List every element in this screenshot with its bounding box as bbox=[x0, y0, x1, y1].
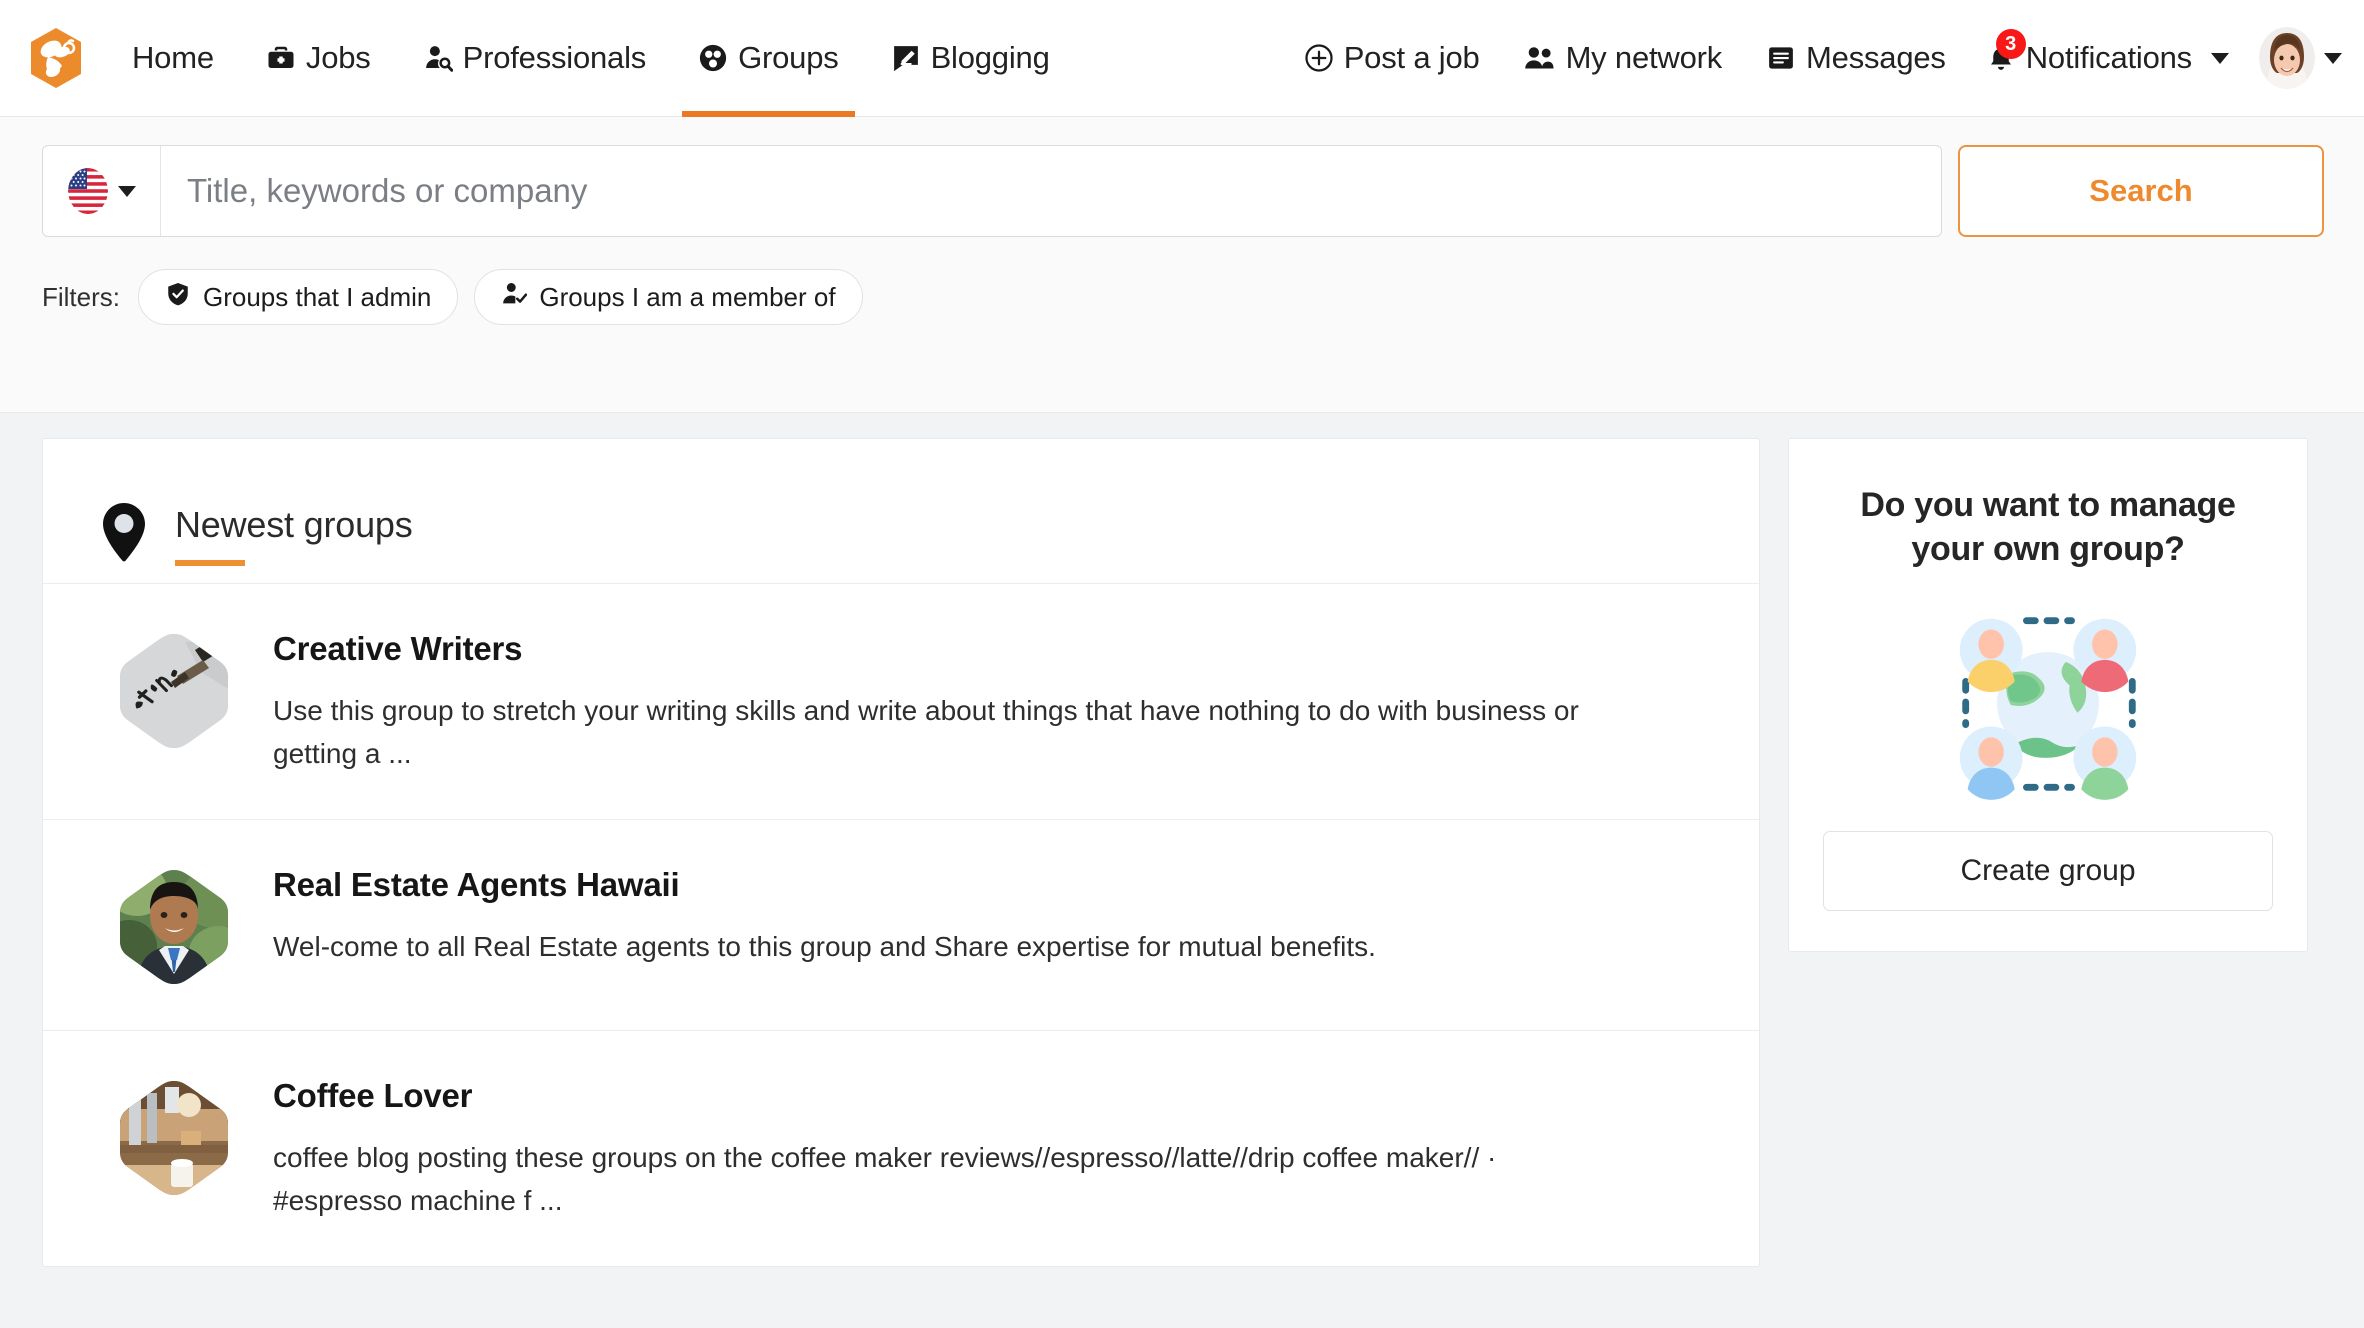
nav-item-label: Jobs bbox=[305, 40, 371, 75]
nav-item-label: My network bbox=[1565, 40, 1723, 75]
filter-chip-groups-i-am-a-member-of[interactable]: Groups I am a member of bbox=[474, 269, 863, 325]
list-item[interactable]: Creative Writers Use this group to stret… bbox=[43, 583, 1759, 819]
group-description: Use this group to stretch your writing s… bbox=[273, 695, 1579, 769]
section-header: Newest groups bbox=[43, 439, 1759, 583]
chevron-down-icon bbox=[2211, 52, 2229, 64]
nav-item-label: Groups bbox=[738, 40, 839, 75]
nav-item-my-network[interactable]: My network bbox=[1502, 0, 1744, 117]
people-icon bbox=[1524, 43, 1556, 73]
group-description: coffee blog posting these groups on the … bbox=[273, 1142, 1497, 1216]
nav-item-label: Post a job bbox=[1343, 40, 1480, 75]
country-selector[interactable] bbox=[43, 146, 161, 236]
people-around-globe-illustration bbox=[1823, 605, 2273, 801]
nav-item-post-a-job[interactable]: Post a job bbox=[1282, 0, 1502, 117]
nav-item-label: Blogging bbox=[930, 40, 1050, 75]
search-box bbox=[42, 145, 1942, 237]
nav-item-label: Notifications bbox=[2025, 40, 2192, 75]
group-avatar bbox=[115, 1079, 233, 1197]
nav-item-blogging[interactable]: Blogging bbox=[865, 0, 1076, 117]
nav-item-jobs[interactable]: Jobs bbox=[240, 0, 397, 117]
nav-right-group: Post a job My network Messages 3 Notific… bbox=[1282, 0, 2364, 117]
us-flag-icon bbox=[67, 168, 108, 214]
group-body: Coffee Lover coffee blog posting these g… bbox=[273, 1075, 1703, 1222]
filter-chip-label: Groups that I admin bbox=[203, 281, 432, 312]
group-name[interactable]: Real Estate Agents Hawaii bbox=[273, 866, 1703, 904]
page-content: Newest groups Creative Writers Use this … bbox=[0, 413, 2364, 1268]
briefcase-icon bbox=[266, 43, 296, 73]
nav-item-professionals[interactable]: Professionals bbox=[397, 0, 673, 117]
nav-item-label: Messages bbox=[1806, 40, 1946, 75]
search-section: Search Filters: Groups that I admin Grou… bbox=[0, 117, 2364, 413]
bell-icon-wrapper: 3 bbox=[1986, 29, 2026, 73]
list-item[interactable]: Real Estate Agents Hawaii Wel-come to al… bbox=[43, 819, 1759, 1030]
create-group-button[interactable]: Create group bbox=[1823, 831, 2273, 912]
nav-item-groups[interactable]: Groups bbox=[672, 0, 864, 117]
promo-title: Do you want to manage your own group? bbox=[1860, 486, 2236, 569]
newest-groups-card: Newest groups Creative Writers Use this … bbox=[42, 438, 1760, 1268]
map-pin-icon bbox=[101, 502, 147, 569]
filters-label: Filters: bbox=[42, 281, 120, 312]
group-name[interactable]: Creative Writers bbox=[273, 630, 1703, 668]
search-button[interactable]: Search bbox=[1958, 145, 2324, 237]
page-title: Newest groups bbox=[175, 504, 413, 545]
search-row: Search bbox=[42, 145, 2324, 237]
top-navigation-bar: Home Jobs Professionals Groups Blogging … bbox=[0, 0, 2364, 117]
list-item[interactable]: Coffee Lover coffee blog posting these g… bbox=[43, 1030, 1759, 1266]
section-title-wrap: Newest groups bbox=[175, 504, 413, 566]
chevron-down-icon bbox=[117, 185, 136, 197]
create-group-promo-card: Do you want to manage your own group? Cr… bbox=[1788, 438, 2308, 953]
group-body: Real Estate Agents Hawaii Wel-come to al… bbox=[273, 864, 1703, 969]
nav-item-messages[interactable]: Messages bbox=[1744, 0, 1968, 117]
shield-check-icon bbox=[165, 281, 191, 314]
group-avatar bbox=[115, 868, 233, 986]
filters-row: Filters: Groups that I admin Groups I am… bbox=[42, 269, 2324, 325]
blog-pencil-icon bbox=[891, 43, 921, 73]
nav-item-label: Home bbox=[132, 40, 214, 75]
avatar[interactable] bbox=[2259, 27, 2315, 89]
group-avatar bbox=[115, 632, 233, 750]
title-underline bbox=[175, 560, 245, 566]
search-input[interactable] bbox=[161, 146, 1941, 236]
plus-circle-icon bbox=[1304, 43, 1334, 73]
notification-badge: 3 bbox=[1995, 29, 2026, 59]
person-check-icon bbox=[501, 281, 528, 314]
person-search-icon bbox=[423, 43, 453, 73]
group-body: Creative Writers Use this group to stret… bbox=[273, 628, 1703, 775]
groups-icon bbox=[698, 43, 728, 73]
message-icon bbox=[1766, 43, 1796, 73]
bee-hexagon-logo[interactable] bbox=[28, 27, 84, 89]
nav-left-group: Home Jobs Professionals Groups Blogging bbox=[0, 0, 1076, 117]
nav-item-notifications[interactable]: 3 Notifications bbox=[1968, 0, 2245, 117]
profile-menu[interactable] bbox=[2245, 27, 2342, 89]
group-description: Wel-come to all Real Estate agents to th… bbox=[273, 931, 1376, 963]
filter-chip-label: Groups I am a member of bbox=[539, 281, 836, 312]
nav-item-home[interactable]: Home bbox=[106, 0, 240, 117]
chevron-down-icon[interactable] bbox=[2324, 52, 2342, 64]
filter-chip-groups-that-i-admin[interactable]: Groups that I admin bbox=[138, 269, 459, 325]
group-name[interactable]: Coffee Lover bbox=[273, 1077, 1703, 1115]
nav-item-label: Professionals bbox=[462, 40, 647, 75]
